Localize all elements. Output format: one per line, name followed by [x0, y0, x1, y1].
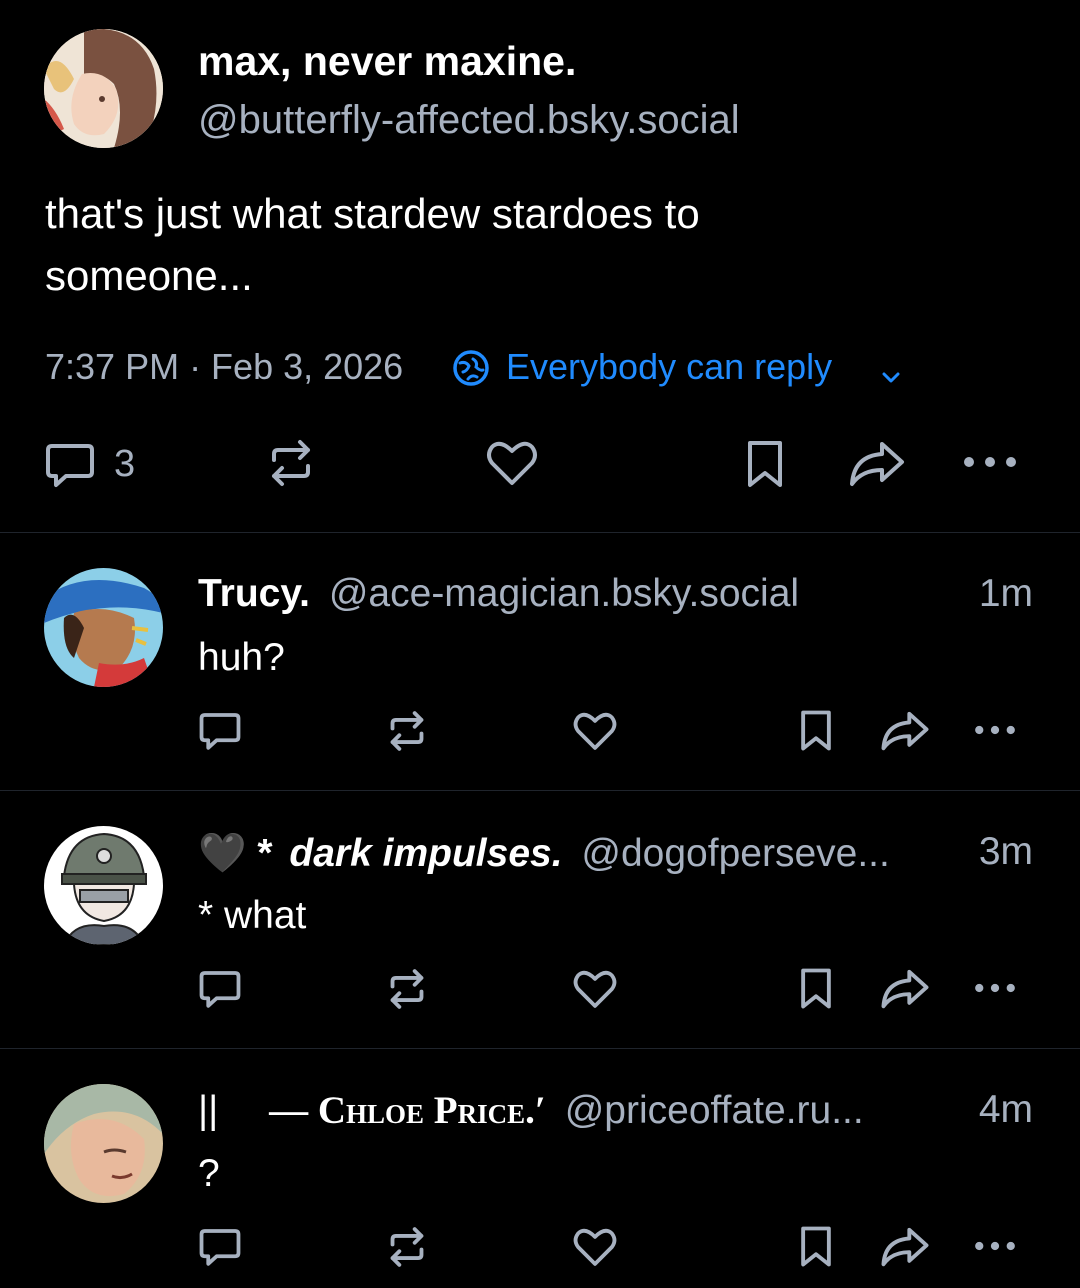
reply-handle[interactable]: @ace-magician.bsky.social	[329, 572, 799, 615]
repost-icon	[390, 1227, 424, 1267]
reply-time[interactable]: 1m	[979, 572, 1033, 616]
reply-header: 🖤 * dark impulses. @dogofperseve...	[198, 830, 890, 876]
reply-avatar[interactable]	[44, 1084, 163, 1203]
bookmark-icon	[801, 710, 831, 751]
reply-name-prefix: 🖤 *	[198, 832, 273, 875]
divider	[0, 1048, 1080, 1049]
like-button[interactable]	[571, 967, 619, 1011]
reply-text: * what	[198, 894, 307, 937]
share-button[interactable]	[880, 710, 930, 752]
reply-avatar-image	[44, 568, 163, 687]
repost-button[interactable]	[384, 708, 430, 754]
reply-count: 3	[114, 443, 136, 485]
reply-time[interactable]: 4m	[979, 1088, 1033, 1132]
reply-display-name[interactable]: — Chloe Price.′	[269, 1089, 546, 1132]
bookmark-icon	[801, 968, 831, 1009]
reply-avatar-image	[44, 1084, 163, 1203]
like-button[interactable]	[484, 437, 540, 489]
reply-button[interactable]	[44, 440, 96, 490]
reply-avatar[interactable]	[44, 568, 163, 687]
author-avatar[interactable]	[44, 29, 163, 148]
like-icon	[487, 441, 537, 485]
share-button[interactable]	[848, 440, 906, 488]
bookmark-button[interactable]	[744, 439, 786, 489]
share-icon	[850, 442, 904, 486]
reply-avatar-image	[44, 826, 163, 945]
author-avatar-image	[44, 29, 163, 148]
more-options-button[interactable]	[961, 454, 1019, 470]
reply-icon	[199, 1229, 241, 1266]
repost-button[interactable]	[384, 1224, 430, 1270]
share-icon	[881, 1227, 929, 1267]
share-button[interactable]	[880, 1226, 930, 1268]
reply-button[interactable]	[198, 1226, 242, 1268]
reply-text: huh?	[198, 636, 285, 679]
bookmark-button[interactable]	[798, 967, 834, 1010]
share-icon	[881, 969, 929, 1009]
like-button[interactable]	[571, 709, 619, 753]
like-icon	[573, 1228, 617, 1266]
reply-header: || — Chloe Price.′ @priceoffate.ru...	[198, 1088, 864, 1133]
reply-handle[interactable]: @dogofperseve...	[581, 832, 889, 875]
like-icon	[573, 970, 617, 1008]
more-icon	[964, 457, 1016, 467]
reply-handle[interactable]: @priceoffate.ru...	[565, 1089, 864, 1132]
more-options-button[interactable]	[972, 724, 1018, 736]
like-icon	[573, 712, 617, 750]
more-options-button[interactable]	[972, 982, 1018, 994]
like-button[interactable]	[571, 1225, 619, 1269]
reply-button[interactable]	[198, 710, 242, 752]
chevron-down-icon	[880, 356, 902, 398]
bookmark-button[interactable]	[798, 1225, 834, 1268]
author-display-name[interactable]: max, never maxine.	[198, 38, 576, 85]
author-handle[interactable]: @butterfly-affected.bsky.social	[198, 98, 740, 143]
divider	[0, 790, 1080, 791]
reply-header: Trucy. @ace-magician.bsky.social	[198, 572, 799, 616]
reply-icon	[199, 971, 241, 1008]
share-icon	[881, 711, 929, 751]
reply-display-name[interactable]: dark impulses.	[289, 832, 562, 875]
reply-icon	[46, 444, 94, 487]
divider	[0, 532, 1080, 533]
reply-avatar[interactable]	[44, 826, 163, 945]
share-button[interactable]	[880, 968, 930, 1010]
reply-name-prefix: ||	[198, 1089, 219, 1132]
more-icon	[975, 725, 1015, 735]
post-text-line-2: someone...	[45, 252, 253, 299]
repost-icon	[390, 969, 424, 1009]
reply-text: ?	[198, 1152, 220, 1195]
repost-button[interactable]	[384, 966, 430, 1012]
reply-time[interactable]: 3m	[979, 830, 1033, 874]
more-icon	[975, 983, 1015, 993]
reply-setting-label: Everybody can reply	[506, 346, 833, 387]
more-icon	[975, 1241, 1015, 1251]
bookmark-button[interactable]	[798, 709, 834, 752]
repost-button[interactable]	[264, 436, 318, 490]
post-text-line-1: that's just what stardew stardoes to	[45, 190, 700, 237]
repost-icon	[390, 711, 424, 751]
reply-icon	[199, 713, 241, 750]
repost-icon	[272, 440, 310, 486]
globe-icon	[452, 349, 490, 396]
bookmark-icon	[748, 441, 782, 487]
bookmark-icon	[801, 1226, 831, 1267]
reply-display-name[interactable]: Trucy.	[198, 572, 310, 615]
more-options-button[interactable]	[972, 1240, 1018, 1252]
post-timestamp[interactable]: 7:37 PM · Feb 3, 2026	[45, 346, 403, 388]
reply-button[interactable]	[198, 968, 242, 1010]
